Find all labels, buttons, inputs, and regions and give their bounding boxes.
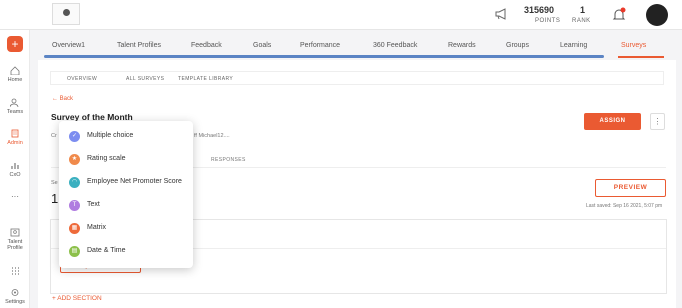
subtab-all-surveys[interactable]: ALL SURVEYS	[126, 76, 164, 82]
option-label: Text	[87, 201, 100, 208]
rank-label: RANK	[572, 18, 591, 24]
text-icon: T	[69, 200, 80, 211]
calendar-icon: ▤	[69, 246, 80, 257]
option-label: Matrix	[87, 224, 107, 231]
sidebar-item-label: Teams	[6, 109, 24, 115]
option-rating-scale[interactable]: ★ Rating scale	[59, 149, 193, 171]
survey-subtabs: OVERVIEW ALL SURVEYS TEMPLATE LIBRARY	[50, 71, 664, 85]
teams-icon	[10, 98, 19, 107]
last-saved-text: Last saved: Sep 16 2021, 5:07 pm	[586, 203, 663, 209]
check-icon: ✓	[69, 131, 80, 142]
tab-performance[interactable]: Performance	[300, 42, 340, 49]
tab-feedback[interactable]: Feedback	[191, 42, 222, 49]
user-avatar[interactable]	[646, 4, 668, 26]
sidebar-item-cxo[interactable]: CxO	[0, 161, 30, 178]
option-text[interactable]: T Text	[59, 195, 193, 217]
tab-underline	[44, 55, 604, 58]
option-matrix[interactable]: ▦ Matrix	[59, 218, 193, 240]
sidebar-item-settings[interactable]: Settings	[0, 288, 30, 305]
sidebar-item-label: Settings	[5, 299, 25, 305]
option-label: Date & Time	[87, 247, 126, 254]
sidebar-item-home[interactable]: Home	[0, 66, 30, 83]
option-label: Multiple choice	[87, 132, 134, 139]
tab-overview1[interactable]: Overview1	[52, 42, 85, 49]
more-icon: ···	[11, 192, 19, 201]
creator-name: ff Michael12....	[194, 133, 230, 139]
option-date-time[interactable]: ▤ Date & Time	[59, 241, 193, 263]
tab-groups[interactable]: Groups	[506, 42, 529, 49]
subtab-overview[interactable]: OVERVIEW	[67, 76, 97, 82]
top-bar: 315690 POINTS 1 RANK	[0, 0, 682, 30]
option-enps[interactable]: ◠ Employee Net Promoter Score	[59, 172, 193, 194]
bell-icon[interactable]	[612, 7, 626, 22]
section-label: Se	[51, 180, 58, 186]
back-link[interactable]: ← Back	[52, 96, 73, 102]
tab-surveys[interactable]: Surveys	[621, 42, 646, 49]
points-value: 315690	[524, 5, 555, 15]
option-label: Employee Net Promoter Score	[87, 178, 182, 185]
sidebar-item-label: Talent Profile	[7, 239, 23, 251]
sidebar-item-label: CxO	[9, 172, 21, 178]
star-icon: ★	[69, 154, 80, 165]
left-sidebar: + Home Teams Admin CxO ··· Talent Profil…	[0, 30, 30, 308]
add-section-button[interactable]: + ADD SECTION	[52, 295, 102, 302]
sidebar-item-teams[interactable]: Teams	[0, 98, 30, 115]
preview-button[interactable]: PREVIEW	[595, 179, 666, 197]
sidebar-item-more[interactable]: ···	[0, 192, 30, 201]
points-label: POINTS	[535, 18, 561, 24]
tab-rewards[interactable]: Rewards	[448, 42, 476, 49]
option-label: Rating scale	[87, 155, 126, 162]
profile-card-icon	[10, 228, 20, 237]
option-multiple-choice[interactable]: ✓ Multiple choice	[59, 126, 193, 148]
tab-360-feedback[interactable]: 360 Feedback	[373, 42, 417, 49]
megaphone-icon[interactable]	[494, 7, 508, 21]
company-logo[interactable]	[52, 3, 80, 25]
grid-icon: ▦	[69, 223, 80, 234]
gauge-icon: ◠	[69, 177, 80, 188]
tab-goals[interactable]: Goals	[253, 42, 271, 49]
grid-menu-icon[interactable]	[0, 266, 30, 277]
question-type-dropdown: ✓ Multiple choice ★ Rating scale ◠ Emplo…	[59, 121, 193, 268]
tab-responses[interactable]: RESPONSES	[211, 157, 246, 163]
chart-icon	[11, 163, 19, 169]
rank-value: 1	[580, 5, 586, 15]
admin-icon	[11, 129, 19, 138]
sidebar-item-label: Admin	[7, 140, 23, 146]
sidebar-item-label: Home	[7, 77, 23, 83]
section-number: 1	[51, 191, 59, 206]
add-button[interactable]: +	[7, 36, 23, 52]
assign-button[interactable]: ASSIGN	[584, 113, 641, 130]
active-tab-indicator	[618, 56, 664, 58]
main-tabs: Overview1 Talent Profiles Feedback Goals…	[44, 37, 664, 58]
tab-talent-profiles[interactable]: Talent Profiles	[117, 42, 161, 49]
creator-text: Cr	[51, 133, 57, 139]
sidebar-item-talent-profile[interactable]: Talent Profile	[0, 228, 30, 251]
tab-learning[interactable]: Learning	[560, 42, 587, 49]
grid-icon	[12, 267, 19, 275]
subtab-template-library[interactable]: TEMPLATE LIBRARY	[178, 76, 233, 82]
more-options-button[interactable]: ⋮	[650, 113, 665, 130]
home-icon	[10, 66, 20, 75]
sidebar-item-admin[interactable]: Admin	[0, 129, 30, 146]
gear-icon	[11, 289, 19, 296]
